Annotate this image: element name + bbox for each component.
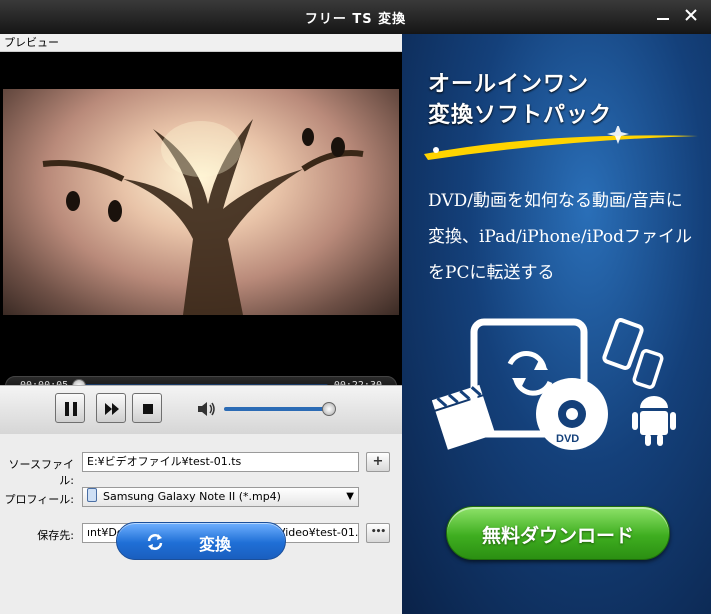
source-file-label: ソースファイル:: [8, 458, 74, 487]
ad-desc-line3: をPCに転送する: [428, 263, 555, 283]
playback-controls: [0, 385, 402, 435]
free-download-button[interactable]: 無料ダウンロード: [446, 506, 670, 560]
volume-handle[interactable]: [322, 402, 336, 416]
phone-icon: [87, 488, 97, 502]
stop-icon: [143, 404, 153, 414]
swoosh-decoration: [424, 126, 698, 160]
profile-label: プロフィール:: [4, 493, 75, 506]
profile-select[interactable]: Samsung Galaxy Note II (*.mp4) ▼: [82, 487, 359, 507]
ad-title-line2: 変換ソフトパック: [428, 103, 613, 128]
convert-label: 変換: [199, 535, 232, 554]
save-location-label: 保存先:: [37, 529, 74, 542]
volume-icon[interactable]: [197, 401, 217, 417]
pause-icon: [65, 402, 77, 416]
ad-desc-line1: DVD/動画を如何なる動画/音声に: [428, 191, 683, 211]
forward-button[interactable]: [96, 393, 126, 423]
browse-button[interactable]: •••: [366, 523, 390, 543]
stop-button[interactable]: [132, 393, 162, 423]
free-download-label: 無料ダウンロード: [481, 525, 634, 547]
ad-desc-line2: 変換、iPad/iPhone/iPodファイル: [428, 227, 692, 247]
add-file-button[interactable]: +: [366, 452, 390, 472]
title-bar: フリー TS 変換: [0, 0, 711, 35]
minimize-icon[interactable]: [654, 8, 672, 26]
source-file-field[interactable]: E:¥ビデオファイル¥test-01.ts: [82, 452, 359, 472]
ad-title-line1: オールインワン: [428, 72, 590, 97]
convert-button[interactable]: 変換: [116, 522, 286, 560]
fast-forward-icon: [105, 403, 119, 415]
chevron-down-icon: ▼: [346, 491, 354, 502]
left-panel: プレビュー 00:00:05: [0, 34, 402, 614]
pause-button[interactable]: [55, 393, 85, 423]
dvd-label: DVD: [556, 433, 579, 445]
app-window: フリー TS 変換 プレビュー ソースファイル: E:¥ビデオファイル¥test…: [0, 0, 711, 614]
volume-slider[interactable]: [224, 407, 332, 411]
refresh-icon: [147, 534, 163, 550]
preview-label: プレビュー: [0, 34, 402, 52]
video-area: 00:00:05 00:22:30: [0, 52, 402, 396]
profile-value: Samsung Galaxy Note II (*.mp4): [103, 490, 281, 503]
ad-panel[interactable]: オールインワン 変換ソフトパック DVD/動画を如何なる動画/音声に 変換、iP…: [402, 34, 711, 614]
video-frame: [3, 89, 399, 315]
devices-illustration: DVD: [432, 318, 676, 450]
window-title: フリー TS 変換: [304, 12, 407, 27]
video-scene: [42, 119, 364, 315]
close-icon[interactable]: [682, 8, 700, 26]
